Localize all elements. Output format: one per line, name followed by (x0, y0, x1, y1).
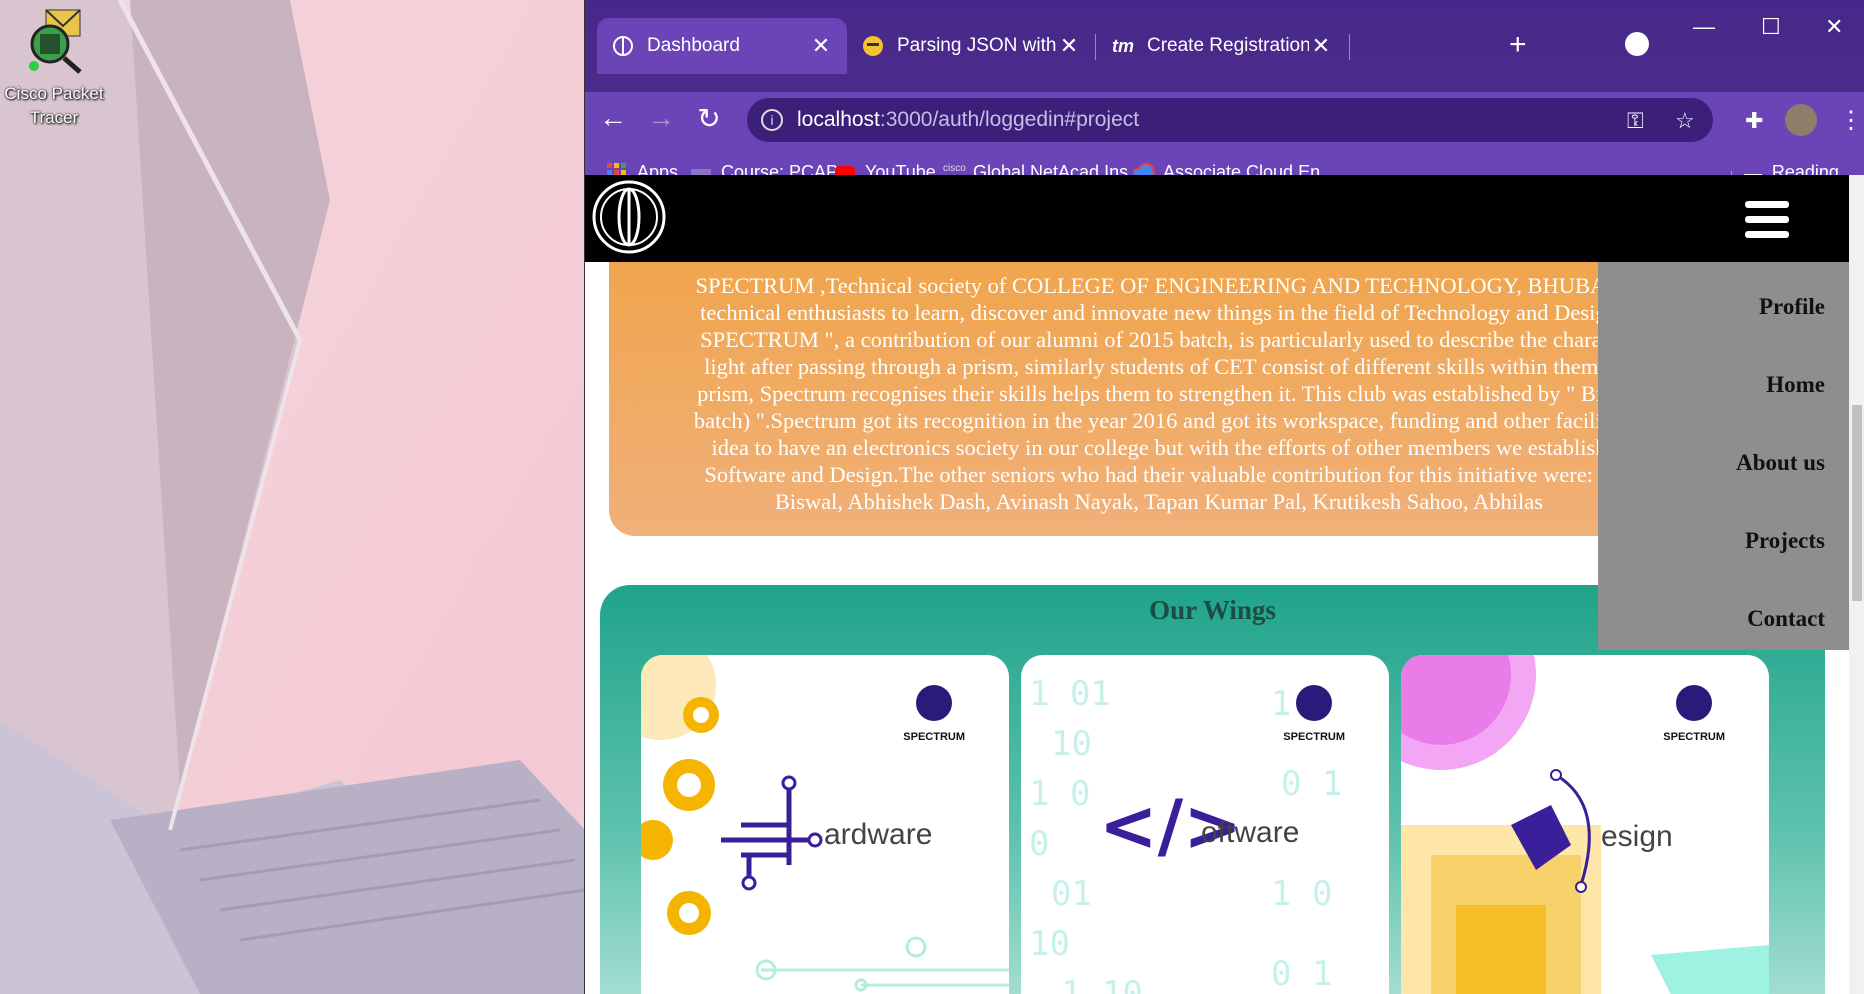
browser-toolbar: ← → ↻ i localhost:3000/auth/loggedin#pro… (585, 92, 1864, 148)
minimize-button[interactable]: — (1693, 14, 1715, 40)
svg-text:10: 10 (1051, 724, 1092, 764)
tab-search-button[interactable] (1625, 32, 1649, 56)
tab-strip: Dashboard ✕ Parsing JSON with Node. ✕ tm… (585, 0, 1864, 92)
tab-dashboard[interactable]: Dashboard ✕ (597, 18, 847, 74)
svg-text:1 0: 1 0 (1029, 774, 1090, 814)
page-scrollbar[interactable] (1849, 175, 1864, 994)
site-info-icon[interactable]: i (761, 109, 783, 131)
about-line: batch) ".Spectrum got its recognition in… (693, 408, 1625, 433)
tab-close-icon[interactable]: ✕ (809, 33, 833, 59)
svg-text:0 1: 0 1 (1281, 764, 1342, 804)
desktop-icon-cisco-packet-tracer[interactable]: Cisco Packet Tracer (4, 4, 104, 130)
svg-text:0 1: 0 1 (1271, 954, 1332, 994)
tab-create-registration[interactable]: tm Create Registration and L ✕ (1097, 18, 1347, 74)
site-header (585, 175, 1849, 262)
wing-word-hardware: ardware (824, 818, 933, 851)
brand-name: SPECTRUM (903, 731, 965, 743)
about-line: Biswal, Abhishek Dash, Avinash Nayak, Ta… (774, 489, 1544, 514)
svg-text:1 10: 1 10 (1061, 974, 1143, 994)
menu-item-projects[interactable]: Projects (1745, 528, 1825, 554)
menu-item-profile[interactable]: Profile (1759, 294, 1825, 320)
menu-item-home[interactable]: Home (1766, 372, 1825, 398)
spectrum-emblem-icon (916, 685, 953, 721)
spectrum-brand: SPECTRUM (1663, 685, 1725, 743)
desktop-icon-label-2: Tracer (29, 108, 79, 127)
spectrum-brand: SPECTRUM (1283, 685, 1345, 743)
cisco-packet-tracer-icon (24, 4, 84, 74)
spectrum-logo-icon[interactable] (591, 179, 667, 255)
desktop-wallpaper (0, 0, 585, 994)
scrollbar-thumb[interactable] (1852, 405, 1862, 601)
spectrum-emblem-icon (1676, 685, 1713, 721)
tab-parsing-json[interactable]: Parsing JSON with Node. ✕ (847, 18, 1095, 74)
wing-card-software[interactable]: 1 01101 0 00110 1 101 00 1 1 00 1 </> SP… (1021, 655, 1389, 994)
emoji-favicon-icon (861, 34, 885, 58)
close-window-button[interactable]: ✕ (1825, 14, 1843, 40)
nav-dropdown-menu: Profile Home About us Projects Contact (1598, 262, 1849, 650)
svg-text:10: 10 (1029, 924, 1070, 964)
svg-text:1 01: 1 01 (1029, 674, 1111, 714)
spectrum-emblem-icon (1296, 685, 1333, 721)
tab-close-icon[interactable]: ✕ (1057, 33, 1081, 59)
brand-name: SPECTRUM (1663, 731, 1725, 743)
back-button[interactable]: ← (595, 102, 631, 134)
tab-close-icon[interactable]: ✕ (1309, 33, 1333, 59)
spectrum-favicon-icon (611, 34, 635, 58)
maximize-button[interactable]: ☐ (1761, 14, 1781, 40)
hamburger-menu-icon[interactable] (1745, 201, 1789, 246)
about-line: light after passing through a prism, sim… (704, 354, 1614, 379)
tab-title: Parsing JSON with Node. (897, 35, 1057, 56)
about-line: SPECTRUM ,Technical society of COLLEGE O… (695, 273, 1623, 298)
url-text: localhost:3000/auth/loggedin#project (797, 108, 1140, 131)
about-line: technical enthusiasts to learn, discover… (700, 300, 1618, 325)
wing-card-design[interactable]: SPECTRUM esign (1401, 655, 1769, 994)
menu-kebab-icon[interactable]: ⋮ (1839, 106, 1863, 135)
menu-item-contact[interactable]: Contact (1747, 606, 1825, 632)
svg-text:01: 01 (1051, 874, 1092, 914)
svg-text:1 0: 1 0 (1271, 874, 1332, 914)
tab-title: Create Registration and L (1147, 35, 1309, 56)
reload-button[interactable]: ↻ (691, 102, 727, 135)
wing-word-software: oftware (1201, 816, 1300, 849)
about-line: Software and Design.The other seniors wh… (704, 462, 1614, 487)
about-line: SPECTRUM ", a contribution of our alumni… (700, 327, 1618, 352)
star-icon[interactable]: ☆ (1675, 108, 1695, 134)
address-bar[interactable]: i localhost:3000/auth/loggedin#project ⚿… (747, 98, 1713, 142)
extensions-icon[interactable]: ✚ (1745, 108, 1763, 134)
about-line: prism, Spectrum recognises their skills … (697, 381, 1621, 406)
brand-name: SPECTRUM (1283, 731, 1345, 743)
about-section: SPECTRUM ,Technical society of COLLEGE O… (609, 262, 1709, 536)
svg-text:0: 0 (1029, 824, 1049, 864)
about-line: idea to have an electronics society in o… (711, 435, 1607, 460)
spectrum-brand: SPECTRUM (903, 685, 965, 743)
web-page: SPECTRUM ,Technical society of COLLEGE O… (585, 175, 1849, 994)
menu-item-about-us[interactable]: About us (1736, 450, 1825, 476)
avatar[interactable] (1785, 104, 1817, 136)
desktop-icon-label: Cisco Packet (4, 84, 104, 103)
browser-window: Dashboard ✕ Parsing JSON with Node. ✕ tm… (584, 0, 1864, 994)
forward-button[interactable]: → (643, 102, 679, 134)
new-tab-button[interactable]: + (1509, 28, 1527, 62)
wing-card-hardware[interactable]: SPECTRUM ardware (641, 655, 1009, 994)
tab-title: Dashboard (647, 35, 740, 56)
key-icon[interactable]: ⚿ (1627, 108, 1644, 134)
wing-word-design: esign (1601, 820, 1673, 853)
tm-favicon-icon: tm (1112, 35, 1134, 56)
